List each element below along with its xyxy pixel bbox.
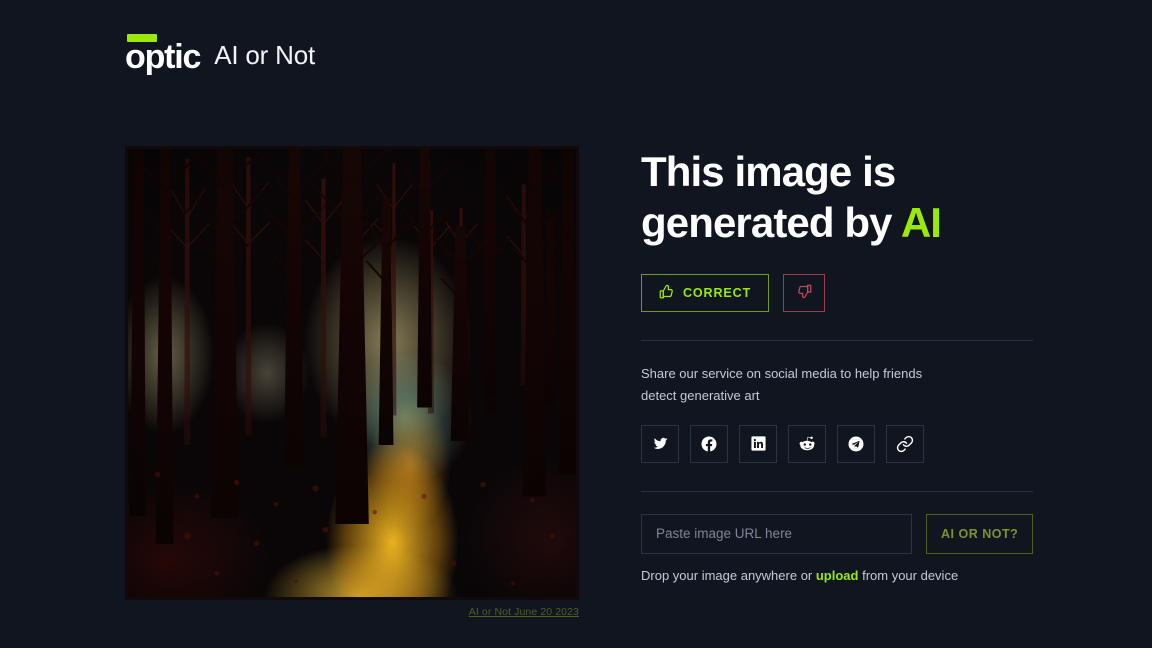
product-name: AI or Not — [214, 40, 316, 71]
share-twitter-button[interactable] — [641, 424, 679, 463]
twitter-icon — [652, 435, 669, 452]
linkedin-icon — [750, 435, 767, 452]
logo-wordmark: optic — [125, 38, 201, 76]
url-submit-row: AI OR NOT? — [641, 513, 1033, 554]
incorrect-button[interactable] — [783, 274, 826, 313]
site-header: optic AI or Not — [125, 32, 316, 76]
result-panel: This image is generated by AI CORRECT Sh… — [641, 146, 1033, 583]
social-share-row — [641, 424, 1033, 463]
drop-hint-prefix: Drop your image anywhere or — [641, 567, 816, 583]
page-root: optic AI or Not AI or Not June 20 2023 T… — [0, 0, 1152, 648]
facebook-icon — [700, 435, 718, 453]
share-description: Share our service on social media to hel… — [641, 363, 971, 405]
result-headline: This image is generated by AI — [641, 146, 1033, 248]
headline-line-2: generated by — [641, 199, 893, 247]
link-icon — [896, 435, 914, 453]
verdict-label: AI — [900, 199, 942, 247]
analyzed-image[interactable] — [125, 146, 579, 600]
correct-button[interactable]: CORRECT — [641, 274, 770, 313]
drop-hint: Drop your image anywhere or upload from … — [641, 568, 1033, 583]
share-telegram-button[interactable] — [837, 424, 875, 463]
share-facebook-button[interactable] — [690, 424, 728, 463]
upload-link[interactable]: upload — [816, 568, 859, 583]
drop-hint-suffix: from your device — [858, 567, 959, 583]
share-description-line-2: detect generative art — [641, 387, 760, 403]
artwork-canvas — [128, 149, 576, 597]
image-panel: AI or Not June 20 2023 — [125, 146, 579, 618]
copy-link-button[interactable] — [886, 424, 924, 463]
divider-bottom — [641, 490, 1033, 492]
correct-button-label: CORRECT — [683, 286, 752, 301]
share-description-line-1: Share our service on social media to hel… — [641, 366, 923, 382]
ai-or-not-submit-button[interactable]: AI OR NOT? — [926, 513, 1033, 554]
thumbs-down-icon — [797, 284, 812, 302]
divider-top — [641, 340, 1033, 342]
telegram-icon — [847, 435, 865, 453]
artwork-vignette — [128, 149, 576, 597]
feedback-row: CORRECT — [641, 274, 1033, 313]
optic-logo[interactable]: optic — [125, 32, 201, 76]
share-reddit-button[interactable] — [788, 424, 826, 463]
thumbs-up-icon — [659, 284, 674, 302]
artwork-caption[interactable]: AI or Not June 20 2023 — [125, 606, 579, 618]
reddit-icon — [798, 435, 816, 453]
share-linkedin-button[interactable] — [739, 424, 777, 463]
image-url-input[interactable] — [641, 513, 913, 554]
headline-line-1: This image is — [641, 148, 896, 195]
logo-accent-bar — [127, 34, 157, 42]
